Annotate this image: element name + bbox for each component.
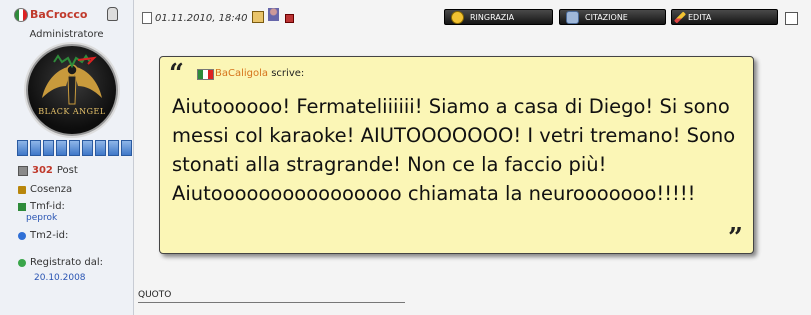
report-icon[interactable] [285, 14, 294, 23]
tmf-id-row: Tmf-id: [18, 201, 65, 212]
tmf-label: Tmf-id: [30, 201, 65, 212]
quote-label: CITAZIONE [585, 12, 628, 22]
registered-icon [18, 258, 26, 267]
posts-icon [18, 165, 28, 176]
post-count-value: 302 [32, 165, 53, 176]
select-post-checkbox[interactable] [785, 12, 798, 25]
registered-label: Registrato dal: [30, 257, 103, 268]
quote-author-name[interactable]: BaCaligola [215, 68, 268, 79]
user-role: Administratore [29, 29, 104, 40]
signature-text: QUOTO [138, 290, 172, 300]
speech-bubble-icon [566, 10, 579, 24]
registered-date: 20.10.2008 [34, 273, 86, 283]
open-quote-mark: “ [169, 59, 184, 89]
city-value: Cosenza [30, 184, 73, 195]
post-body: 01.11.2010, 18:40 RINGRAZIA CITAZIONE ED… [134, 0, 811, 315]
home-icon [18, 185, 26, 194]
quote-button[interactable]: CITAZIONE [559, 9, 666, 25]
avatar-caption: BLACK ANGEL [38, 107, 106, 116]
signature-divider [138, 302, 405, 303]
tm2-label: Tm2-id: [30, 230, 69, 241]
edit-note-icon[interactable] [252, 11, 264, 23]
online-status-icon [107, 7, 118, 21]
user-city: Cosenza [18, 184, 72, 195]
registered-row: Registrato dal: [18, 257, 103, 268]
post-date: 01.11.2010, 18:40 [155, 13, 248, 24]
avatar: BLACK ANGEL [26, 44, 118, 136]
post-count: 302 Post [18, 165, 78, 176]
post-count-label: Post [56, 165, 78, 176]
quote-block: “ BaCaligola scrive: Aiutoooooo! Fermate… [159, 56, 754, 254]
italian-flag-icon [197, 69, 214, 80]
edit-button[interactable]: EDITA [671, 9, 778, 25]
rank-bar [17, 140, 145, 156]
thank-button[interactable]: RINGRAZIA [444, 9, 553, 25]
quote-author: BaCaligola scrive: [215, 68, 304, 79]
post-document-icon [142, 12, 152, 24]
pencil-icon [673, 10, 687, 24]
italian-flag-icon [14, 8, 28, 22]
quote-author-says: scrive: [271, 68, 305, 79]
close-quote-mark: ” [728, 223, 743, 253]
user-profile-sidebar: BaCrocco Administratore BLACK ANGEL 302 … [0, 0, 145, 315]
smiley-icon [451, 10, 464, 24]
tm2-id-row: Tm2-id: [18, 230, 68, 241]
tmf-icon [18, 202, 26, 211]
thank-label: RINGRAZIA [470, 12, 515, 22]
tmf-value[interactable]: peprok [26, 213, 57, 223]
username-link[interactable]: BaCrocco [30, 8, 87, 21]
tm2-icon [18, 231, 26, 240]
angel-wings-icon [42, 54, 102, 105]
quote-text: Aiutoooooo! Fermateliiiiii! Siamo a casa… [172, 95, 736, 205]
edit-label: EDITA [688, 12, 712, 22]
user-profile-icon[interactable] [268, 8, 279, 21]
